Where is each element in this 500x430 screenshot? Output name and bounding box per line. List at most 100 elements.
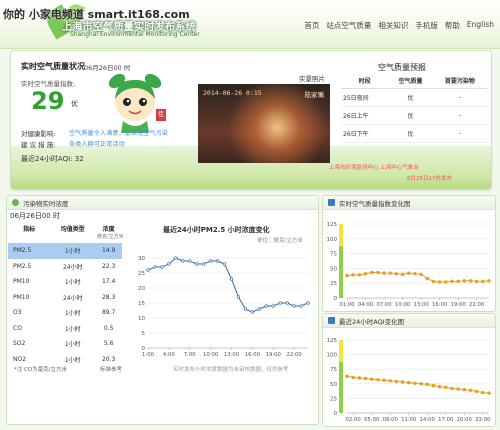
data-point: [188, 259, 192, 263]
nav-knowledge[interactable]: 相关知识: [378, 20, 408, 31]
data-point: [444, 385, 448, 390]
aqi24-value: 32: [74, 155, 84, 163]
data-point: [369, 270, 374, 275]
pollutant-header: 均值类型: [60, 225, 85, 233]
pollutant-value: 14.9: [95, 243, 122, 259]
realtime-date: 06月26日00 时: [84, 64, 131, 72]
y-tick-label: 75: [330, 252, 337, 258]
data-point: [437, 280, 442, 284]
pm25-chart-unit: 单位：微克/立方米: [257, 238, 303, 244]
pollutant-name: PM10: [13, 278, 30, 286]
data-point: [474, 279, 479, 284]
aqi-24h-chart: 0 25 50 75 100 125 02:00 05:00 08:00 11:00 14:00 17…: [327, 338, 492, 423]
realtime-aqi-chart: 0 25 50 75 100 125 01:00 04:00 07:00 10:00 13:00 16…: [327, 222, 491, 308]
forecast-table: 时段 空气质量 首要污染物 25日夜间 优 - 26日上午 优 - 26日下午 …: [341, 73, 487, 143]
y-tick-label: 25: [330, 396, 337, 402]
pollutant-row: CO 1小时 0.5: [8, 321, 122, 337]
pollutant-type: 1小时: [64, 325, 81, 333]
live-photo[interactable]: 2014-06-26 0:15 陆家嘴: [198, 84, 330, 163]
x-tick-label: 19:00: [450, 302, 466, 308]
health-value: 空气质量令人满意，基本无空气污染: [69, 130, 168, 137]
data-point: [160, 265, 164, 269]
data-point: [181, 259, 185, 263]
data-point: [153, 265, 157, 269]
chart-bullet-icon: [328, 317, 335, 324]
panel-header: 实时空气质量指数变化图: [323, 196, 495, 210]
data-point: [481, 390, 485, 395]
x-tick-label: 01:00: [339, 302, 355, 308]
data-point: [351, 375, 355, 380]
data-point: [208, 259, 213, 263]
pollutant-panel-title: 污染物实时浓度: [23, 200, 69, 208]
series-line: [147, 257, 309, 313]
data-point: [363, 376, 368, 381]
nav-site-air-quality[interactable]: 站点空气质量: [326, 20, 371, 31]
series-line: [346, 272, 490, 283]
data-point: [229, 277, 234, 281]
forecast-cell: -: [432, 124, 487, 143]
data-point: [292, 304, 296, 308]
data-point: [357, 376, 362, 380]
trend-panel-title: 实时空气质量指数变化图: [339, 200, 411, 208]
chart-bullet-icon: [328, 199, 335, 206]
pollutant-date: 06月26日00 时: [10, 212, 60, 220]
concentration-unit: 微克/立方米: [97, 234, 124, 240]
x-tick-label: 08:00: [383, 417, 399, 423]
data-point: [456, 387, 460, 391]
pollutant-rows: PM2.5 1小时 14.9 PM2.5 24小时 22.3 PM10 1小时 17.4 PM10…: [8, 243, 122, 367]
aqi24-label: 最近24小时AQI:: [21, 155, 73, 163]
pollutant-name: O3: [13, 309, 22, 317]
data-point: [382, 378, 386, 383]
health-label: 对健康影响:: [21, 130, 56, 138]
data-point: [406, 271, 411, 275]
y-tick-label: 100: [327, 237, 338, 243]
pollutant-row: PM2.5 24小时 22.3: [8, 259, 122, 275]
data-point: [413, 381, 417, 385]
data-point: [388, 271, 392, 275]
series-line: [346, 375, 490, 394]
y-tick-label: 15: [138, 301, 145, 307]
forecast-header: 首要污染物: [432, 73, 487, 89]
nav-help[interactable]: 帮助: [445, 20, 460, 31]
forecast-update: 6月25日17时发布: [407, 176, 452, 182]
data-point: [271, 304, 275, 308]
data-point: [345, 374, 349, 378]
data-point: [431, 279, 436, 284]
x-tick-label: 16:00: [432, 302, 448, 308]
pollutant-row: O3 1小时 89.7: [8, 305, 122, 321]
data-point: [481, 279, 485, 284]
realtime-title: 实时空气质量状况: [21, 62, 85, 71]
forecast-cell: -: [432, 88, 487, 107]
nav-english[interactable]: English: [467, 20, 494, 31]
nav-home[interactable]: 首页: [304, 20, 319, 31]
data-point: [406, 380, 411, 385]
site-subtitle: Shanghai Environmental Monitoring Center: [70, 31, 200, 38]
data-point: [419, 382, 423, 386]
data-point: [425, 382, 430, 387]
pm25-chart-title: 最近24小时PM2.5 小时浓度变化: [163, 226, 270, 234]
data-point: [167, 262, 171, 266]
data-point: [437, 384, 442, 389]
x-tick-label: 22:00: [469, 302, 485, 308]
pollutant-value: 17.4: [101, 278, 116, 286]
pollutant-type: 1小时: [64, 279, 81, 287]
aqi-scale-band-top: [339, 224, 343, 247]
y-tick-label: 0: [334, 296, 338, 302]
standard-reference-link[interactable]: 标准参考: [100, 365, 122, 373]
panel-header: 污染物实时浓度: [7, 196, 318, 210]
y-tick-label: 100: [327, 353, 338, 359]
panel-header: 最近24小时AQI变化图: [323, 314, 495, 328]
forecast-cell: 优: [388, 124, 433, 143]
data-point: [413, 271, 417, 276]
y-tick-label: 5: [142, 331, 146, 337]
forecast-cell: 25日夜间: [341, 88, 389, 107]
data-point: [468, 388, 473, 392]
data-point: [215, 259, 220, 263]
x-tick-label: 13:00: [224, 352, 240, 358]
nav-mobile[interactable]: 手机版: [415, 20, 438, 31]
data-point: [257, 307, 261, 311]
pollutant-name: PM10: [13, 293, 30, 301]
data-point: [487, 391, 491, 395]
data-point: [462, 279, 467, 283]
x-tick-label: 04:00: [358, 302, 374, 308]
